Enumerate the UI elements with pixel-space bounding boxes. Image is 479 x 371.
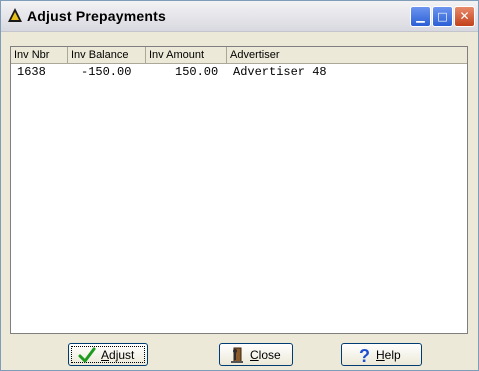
- app-triangle-icon: [8, 8, 22, 22]
- cell-inv-balance: -150.00: [81, 65, 132, 79]
- help-button[interactable]: ? Help: [341, 343, 422, 366]
- adjust-button[interactable]: Adjust: [68, 343, 148, 366]
- checkmark-icon: [78, 347, 96, 363]
- title-bar[interactable]: Adjust Prepayments ▁ □ ✕: [1, 1, 478, 32]
- question-mark-icon: ?: [359, 346, 370, 364]
- cell-advertiser: Advertiser 48: [233, 65, 327, 79]
- minimize-button[interactable]: ▁: [410, 6, 431, 27]
- door-exit-icon: [231, 347, 243, 363]
- close-button[interactable]: Close: [219, 343, 293, 366]
- close-window-button[interactable]: ✕: [454, 6, 475, 27]
- list-row[interactable]: 1638 -150.00 150.00 Advertiser 48: [11, 65, 467, 79]
- svg-text:?: ?: [359, 346, 370, 364]
- column-header-inv-balance[interactable]: Inv Balance: [68, 47, 146, 63]
- window-title: Adjust Prepayments: [27, 8, 166, 24]
- close-button-label: Close: [250, 348, 281, 362]
- column-header-advertiser[interactable]: Advertiser: [227, 47, 469, 63]
- adjust-prepayments-window: Adjust Prepayments ▁ □ ✕ Inv Nbr Inv Bal…: [0, 0, 479, 371]
- column-header-inv-nbr[interactable]: Inv Nbr: [11, 47, 68, 63]
- prepayments-list[interactable]: Inv Nbr Inv Balance Inv Amount Advertise…: [10, 46, 468, 334]
- adjust-button-label: Adjust: [101, 348, 135, 362]
- cell-inv-amount: 150.00: [175, 65, 219, 79]
- maximize-button[interactable]: □: [432, 6, 453, 27]
- cell-inv-nbr: 1638: [17, 65, 46, 79]
- help-button-label: Help: [376, 348, 401, 362]
- column-header-inv-amount[interactable]: Inv Amount: [146, 47, 227, 63]
- list-header: Inv Nbr Inv Balance Inv Amount Advertise…: [11, 47, 467, 64]
